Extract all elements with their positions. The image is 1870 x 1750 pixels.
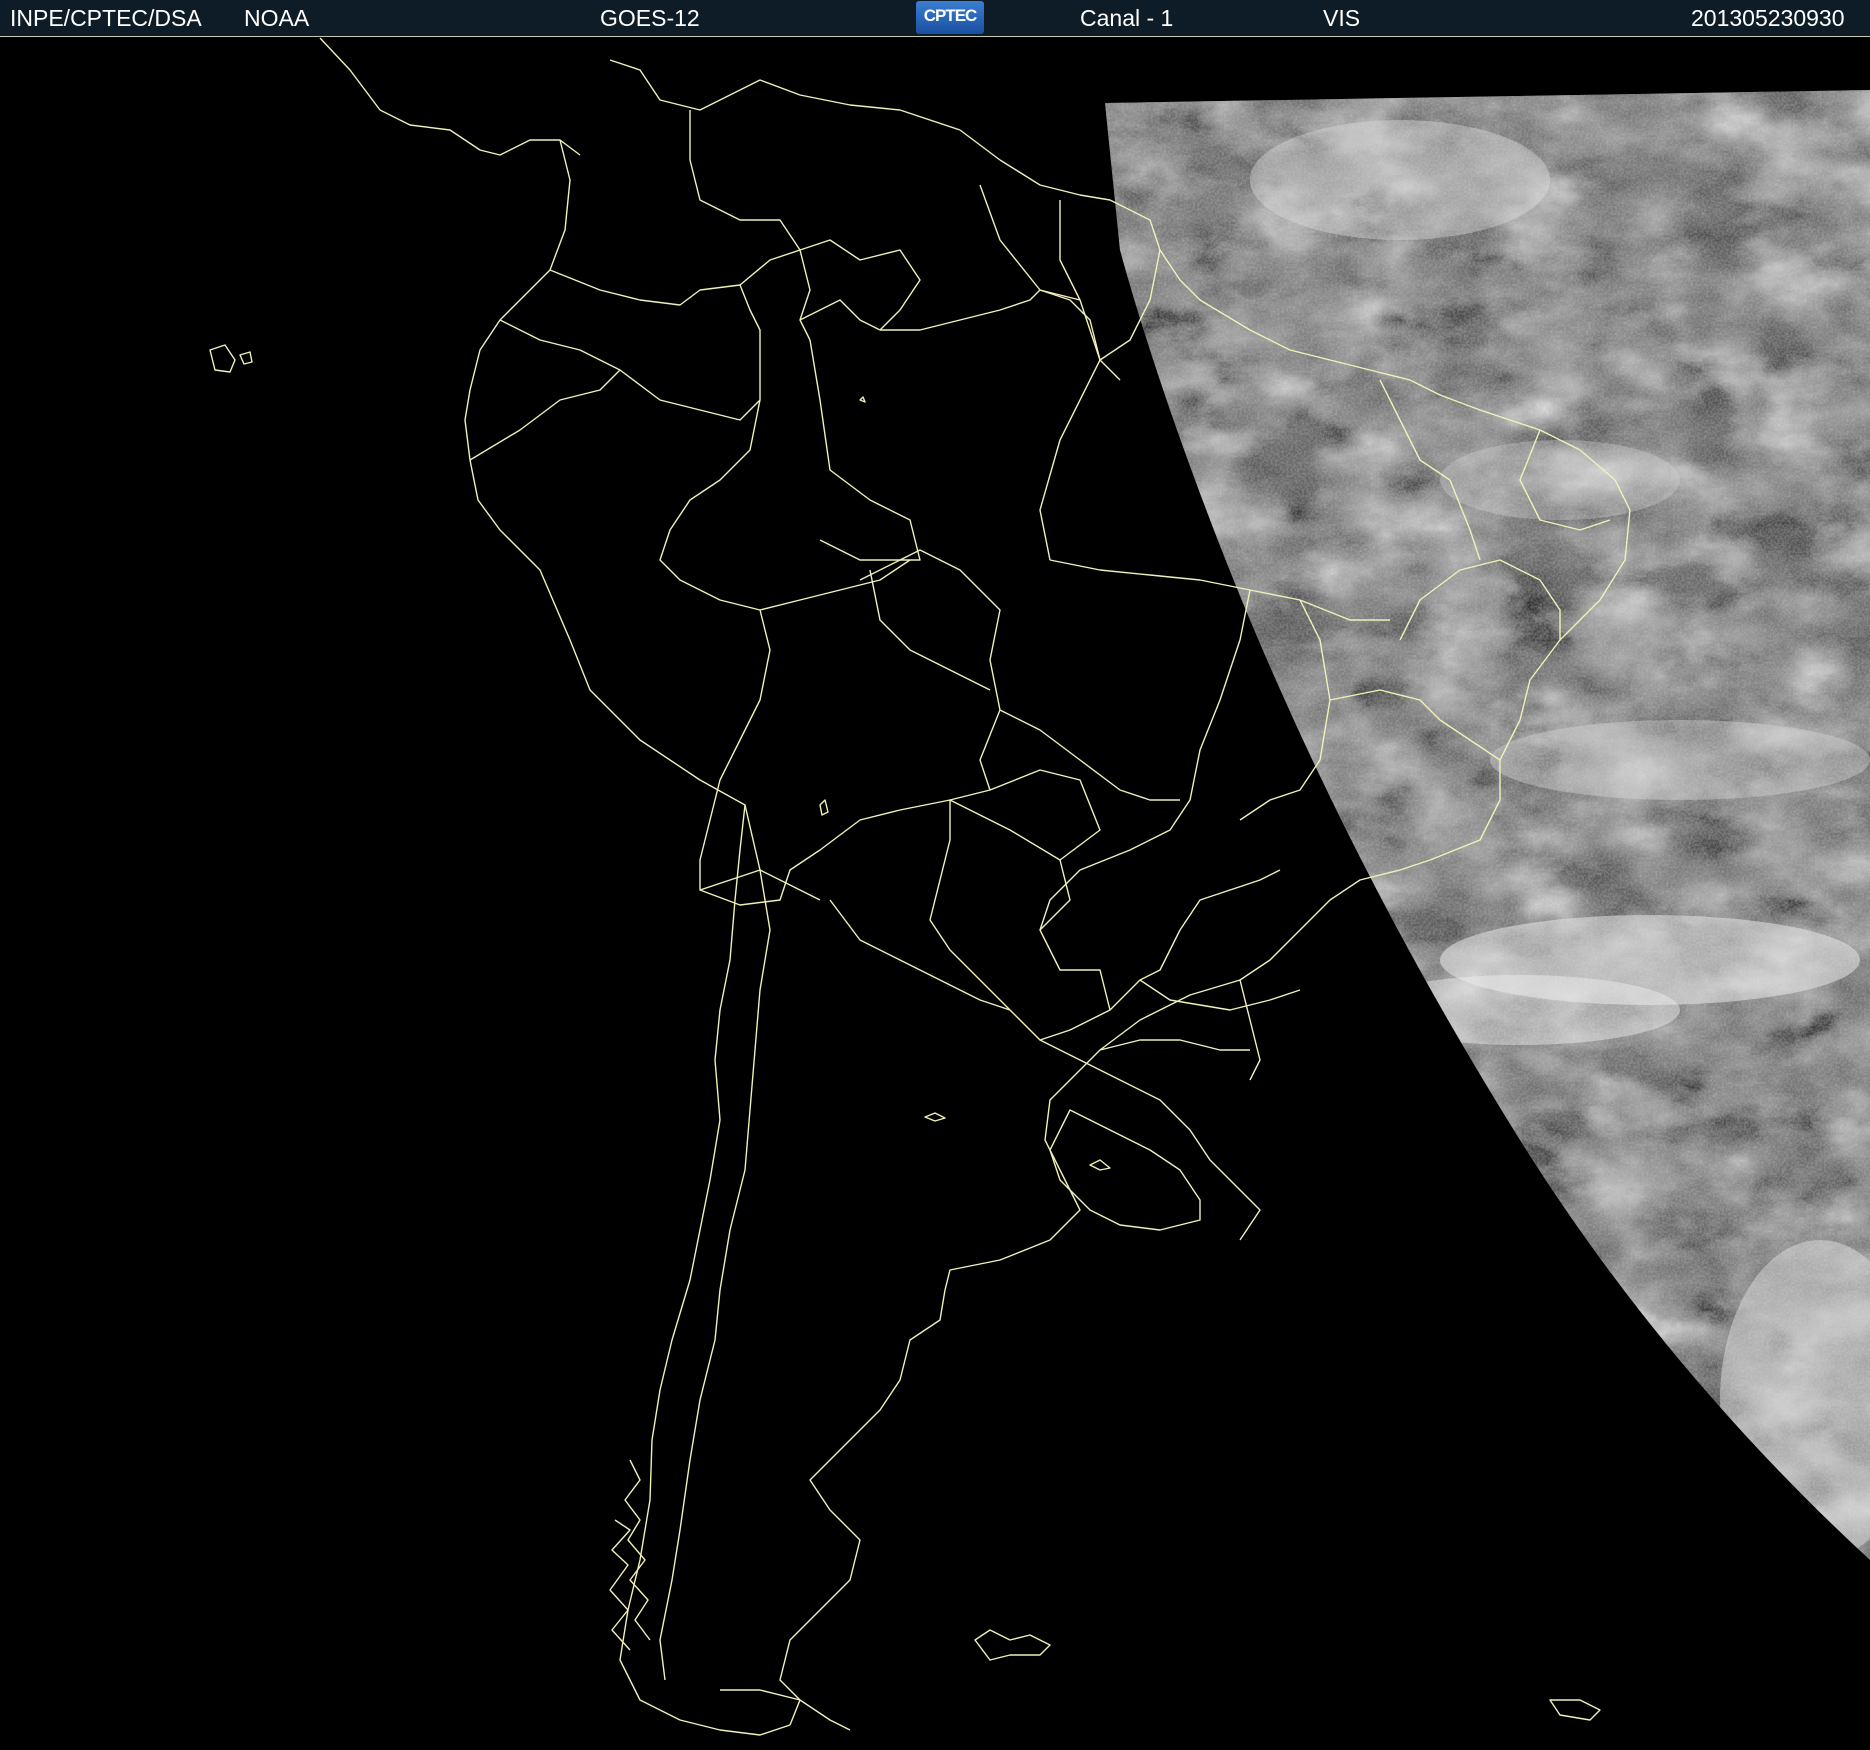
agency-label: INPE/CPTEC/DSA: [10, 5, 202, 31]
cptec-logo: CPTEC: [916, 1, 984, 34]
satellite-label: GOES-12: [600, 5, 700, 31]
band-label: VIS: [1323, 5, 1361, 31]
timestamp-label: 201305230930: [1691, 5, 1845, 31]
source-label: NOAA: [244, 5, 310, 31]
image-header-bar: INPE/CPTEC/DSA NOAA GOES-12 CPTEC Canal …: [0, 0, 1870, 37]
pacific-coastline: [464, 319, 791, 1736]
satellite-map: [0, 37, 1870, 1750]
map-canvas: [209, 37, 1870, 1736]
channel-label: Canal - 1: [1080, 5, 1174, 31]
